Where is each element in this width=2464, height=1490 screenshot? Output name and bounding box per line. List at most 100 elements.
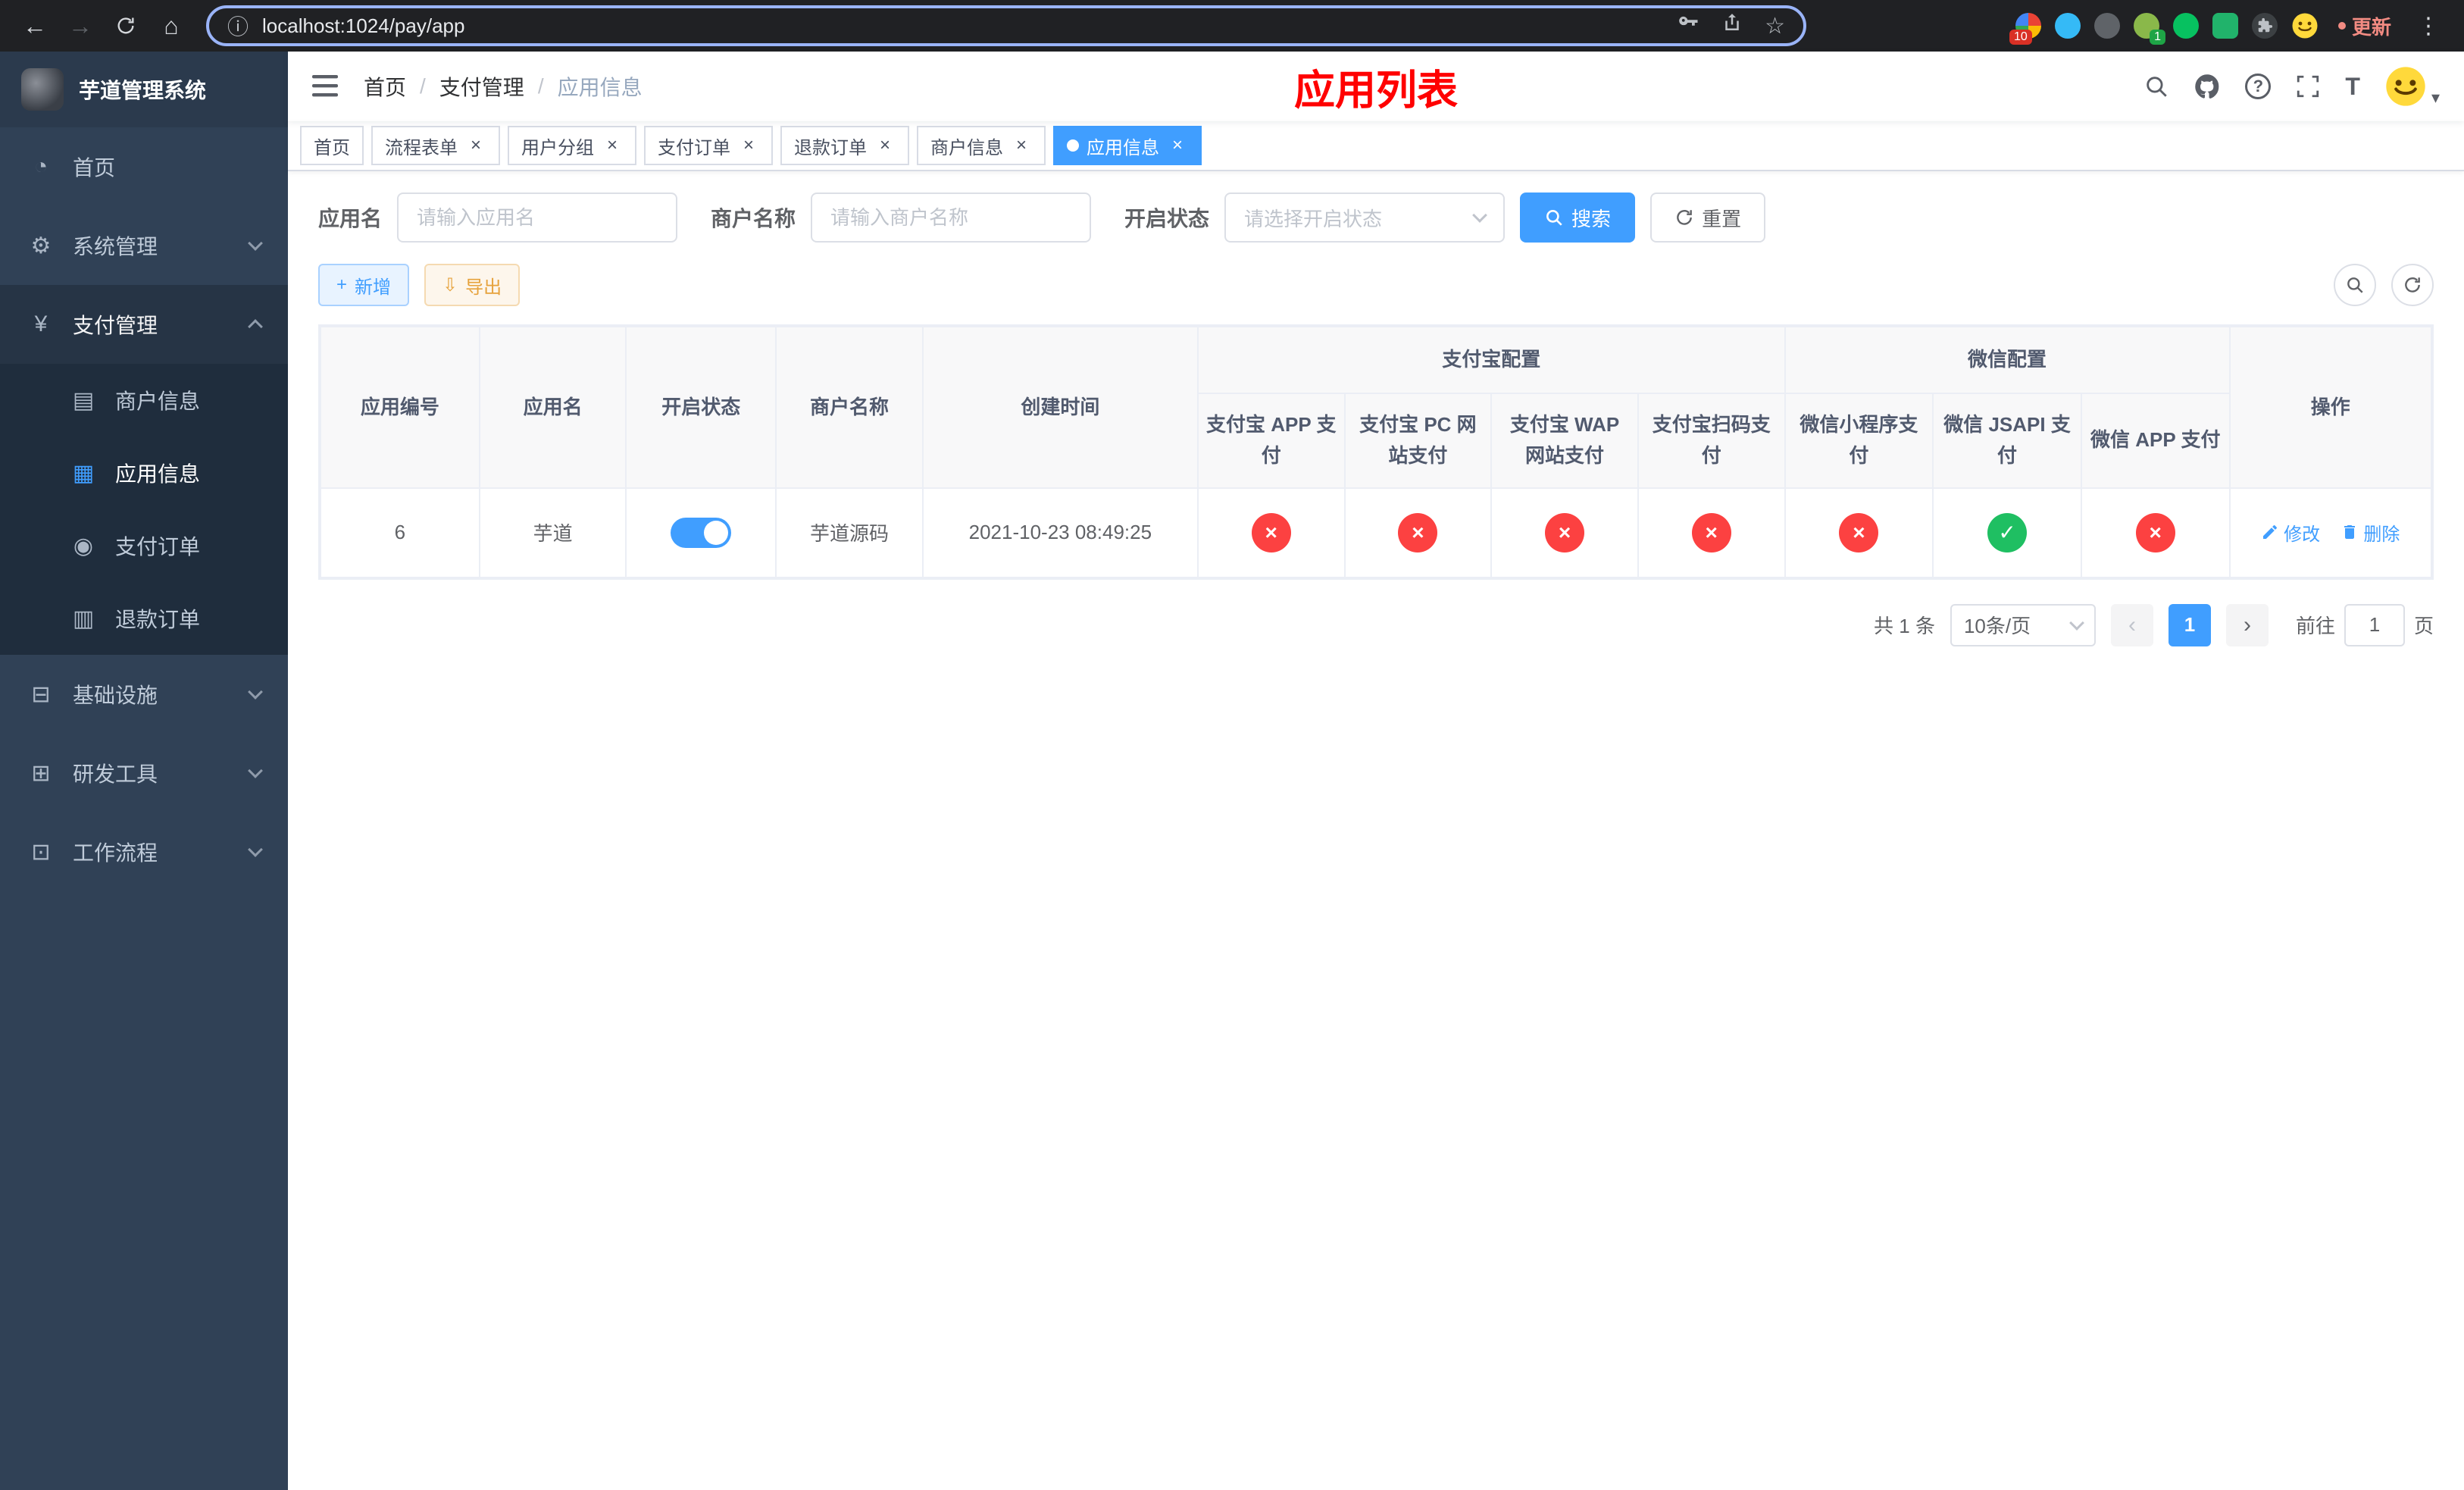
tab-user-group[interactable]: 用户分组 × <box>508 126 636 165</box>
search-button[interactable]: 搜索 <box>1520 193 1636 243</box>
browser-home-icon[interactable]: ⌂ <box>152 6 191 45</box>
refresh-table-button[interactable] <box>2391 264 2434 306</box>
app-name-label: 应用名 <box>318 207 383 230</box>
sidebar-menu: ◔ 首页 ⚙ 系统管理 ¥ 支付管理 ▤ 商户信息 ▦ 应用信息 ◉ 支付订单 … <box>0 127 288 1490</box>
status-select[interactable]: 请选择开启状态 <box>1224 193 1506 243</box>
password-key-icon[interactable] <box>1677 11 1699 40</box>
app-name-input[interactable] <box>397 193 678 243</box>
sidebar-item-infrastructure[interactable]: ⊟ 基础设施 <box>0 655 288 734</box>
tab-label: 首页 <box>314 137 350 158</box>
sidebar-item-label: 支付订单 <box>115 535 201 559</box>
column-header-wx-app: 微信 APP 支付 <box>2080 392 2231 489</box>
merchant-name-input[interactable] <box>811 193 1092 243</box>
sidebar-item-system[interactable]: ⚙ 系统管理 <box>0 206 288 285</box>
tab-merchant-info[interactable]: 商户信息 × <box>917 126 1046 165</box>
column-header-alipay-wap: 支付宝 WAP 网站支付 <box>1490 392 1639 489</box>
workflow-icon: ⊡ <box>31 839 51 865</box>
share-icon[interactable] <box>1721 11 1743 40</box>
sidebar-item-home[interactable]: ◔ 首页 <box>0 127 288 206</box>
sidebar-item-pay-order[interactable]: ◉ 支付订单 <box>0 509 288 582</box>
chevron-down-icon <box>248 684 263 700</box>
extension-wechat-icon[interactable] <box>2172 13 2199 39</box>
extension-colordots-icon[interactable]: 10 <box>2009 13 2041 45</box>
next-page-button[interactable]: › <box>2225 603 2269 646</box>
extension-dark-icon[interactable] <box>2093 13 2120 39</box>
site-info-icon[interactable]: ⓘ <box>227 11 249 41</box>
status-toggle[interactable] <box>671 517 732 548</box>
browser-extensions-area: 10 1 更新 ⋮ <box>2009 12 2449 45</box>
sidebar-item-refund-order[interactable]: ▥ 退款订单 <box>0 582 288 655</box>
search-icon[interactable] <box>2143 74 2169 99</box>
column-header-alipay-pc: 支付宝 PC 网站支付 <box>1343 392 1493 489</box>
close-icon[interactable]: × <box>1011 135 1032 156</box>
sidebar-item-label: 应用信息 <box>115 462 201 486</box>
extension-drop-icon[interactable] <box>2054 13 2081 39</box>
sidebar-logo[interactable]: 芋道管理系统 <box>0 52 288 127</box>
column-header-id: 应用编号 <box>320 325 480 489</box>
page-title: 应用列表 <box>1294 67 1458 114</box>
github-icon[interactable] <box>2194 73 2221 100</box>
url-bar[interactable]: ⓘ localhost:1024/pay/app ☆ <box>206 5 1806 46</box>
browser-profile-avatar[interactable] <box>2291 12 2319 39</box>
page-1-button[interactable]: 1 <box>2168 603 2211 646</box>
sidebar-item-payment[interactable]: ¥ 支付管理 <box>0 285 288 364</box>
browser-update-button[interactable]: 更新 <box>2332 12 2397 40</box>
payment-submenu: ▤ 商户信息 ▦ 应用信息 ◉ 支付订单 ▥ 退款订单 <box>0 364 288 655</box>
breadcrumb-home[interactable]: 首页 <box>364 71 406 102</box>
edit-link[interactable]: 修改 <box>2261 519 2320 546</box>
merchant-name-label: 商户名称 <box>711 207 796 230</box>
fullscreen-icon[interactable] <box>2295 74 2321 99</box>
export-button[interactable]: ⇩ 导出 <box>424 264 521 306</box>
browser-reload-icon[interactable] <box>106 6 145 45</box>
close-icon[interactable]: × <box>465 135 486 156</box>
delete-link[interactable]: 删除 <box>2340 519 2400 546</box>
sidebar-item-label: 支付管理 <box>73 314 158 337</box>
column-header-name: 应用名 <box>478 325 627 489</box>
sidebar-item-workflow[interactable]: ⊡ 工作流程 <box>0 812 288 891</box>
help-icon[interactable]: ? <box>2245 74 2272 99</box>
cross-circle-icon <box>1545 512 1585 552</box>
tab-home[interactable]: 首页 <box>300 126 364 165</box>
extension-square-icon[interactable] <box>2212 13 2238 39</box>
cell-alipay-qr <box>1637 487 1786 578</box>
caret-down-icon: ▾ <box>2431 88 2440 107</box>
goto-page-input[interactable] <box>2344 603 2405 646</box>
page-unit-label: 页 <box>2413 615 2434 638</box>
font-size-icon[interactable]: T <box>2345 73 2360 101</box>
sidebar-item-merchant-info[interactable]: ▤ 商户信息 <box>0 364 288 437</box>
browser-back-icon[interactable]: ← <box>15 6 55 45</box>
toggle-search-button[interactable] <box>2334 264 2376 306</box>
close-icon[interactable]: × <box>1167 135 1188 156</box>
browser-menu-kebab-icon[interactable]: ⋮ <box>2411 13 2446 39</box>
breadcrumb-payment[interactable]: 支付管理 <box>439 71 524 102</box>
column-header-wx-jsapi: 微信 JSAPI 支付 <box>1932 392 2082 489</box>
extension-avatar-icon[interactable]: 1 <box>2133 13 2165 45</box>
bookmark-star-icon[interactable]: ☆ <box>1765 13 1785 39</box>
close-icon[interactable]: × <box>602 135 623 156</box>
tab-pay-order[interactable]: 支付订单 × <box>644 126 773 165</box>
navbar-actions: ? T ▾ <box>2143 65 2440 108</box>
cross-circle-icon <box>1839 512 1879 552</box>
reset-button[interactable]: 重置 <box>1650 193 1766 243</box>
add-button[interactable]: + 新增 <box>318 264 410 306</box>
hamburger-icon[interactable] <box>312 75 339 98</box>
prev-page-button[interactable]: ‹ <box>2110 603 2153 646</box>
page-size-select[interactable]: 10条/页 <box>1950 603 2096 646</box>
sidebar-item-app-info[interactable]: ▦ 应用信息 <box>0 437 288 509</box>
sidebar-item-devtools[interactable]: ⊞ 研发工具 <box>0 734 288 812</box>
close-icon[interactable]: × <box>738 135 759 156</box>
update-dot-icon <box>2337 22 2346 30</box>
close-icon[interactable]: × <box>874 135 896 156</box>
browser-forward-icon[interactable]: → <box>61 6 100 45</box>
page-content: 应用名 商户名称 开启状态 请选择开启状态 搜索 重置 <box>288 171 2464 1490</box>
tab-refund-order[interactable]: 退款订单 × <box>780 126 909 165</box>
logo-avatar-image <box>21 68 64 111</box>
tab-process-form[interactable]: 流程表单 × <box>371 126 500 165</box>
tab-app-info[interactable]: 应用信息 × <box>1053 126 1202 165</box>
status-label: 开启状态 <box>1124 207 1210 230</box>
user-avatar[interactable]: ▾ <box>2384 65 2440 108</box>
infrastructure-icon: ⊟ <box>31 681 51 707</box>
extensions-puzzle-icon[interactable] <box>2251 13 2278 39</box>
download-icon: ⇩ <box>442 274 458 296</box>
tab-label: 支付订单 <box>658 137 730 158</box>
